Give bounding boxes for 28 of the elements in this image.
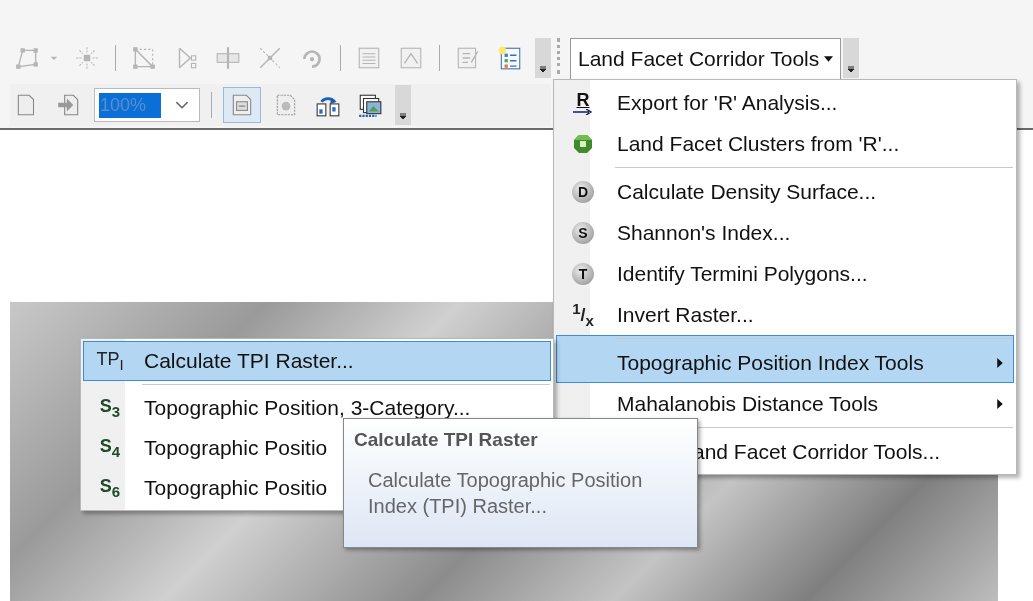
chevron-icon: [846, 64, 857, 74]
layout-page-icon[interactable]: [223, 87, 261, 123]
caret-icon: [824, 56, 834, 62]
chevron-icon: [398, 111, 408, 121]
tooltip-title: Calculate TPI Raster: [354, 429, 539, 451]
toolbar-overflow-button[interactable]: [395, 85, 411, 125]
menu-item[interactable]: $^{1}$/$_{x}$ Invert Raster...: [556, 294, 1014, 335]
menu-item[interactable]: R Export for 'R' Analysis...: [556, 82, 1014, 123]
fraction-icon: $^{1}$/$_{x}$: [572, 300, 594, 329]
menu-item[interactable]: S Shannon's Index...: [556, 212, 1014, 253]
tool-letter-icon: S$_{6}$: [99, 476, 121, 500]
menu-item[interactable]: Topographic Position Index Tools: [556, 335, 1014, 383]
tool-letter-icon: TP$_{I}$: [96, 349, 124, 373]
octagon-icon: [573, 133, 593, 154]
caret-icon[interactable]: [175, 100, 189, 110]
menu-item[interactable]: Mahalanobis Distance Tools: [556, 383, 1014, 424]
letter-badge-icon: D: [572, 180, 594, 203]
tools-dropdown[interactable]: Land Facet Corridor Tools: [570, 38, 842, 80]
submenu-arrow-icon: [997, 357, 1003, 368]
menu-item[interactable]: T Identify Termini Polygons...: [556, 253, 1014, 294]
chevron-icon: [538, 64, 548, 74]
menu-item[interactable]: TP$_{I}$ Calculate TPI Raster...: [83, 341, 551, 381]
menu-item[interactable]: Land Facet Clusters from 'R'...: [556, 123, 1014, 164]
tool-letter-icon: S$_{4}$: [99, 436, 121, 460]
toolbar-overflow-button[interactable]: [535, 38, 551, 78]
tool-letter-icon: S$_{3}$: [99, 396, 121, 420]
submenu-arrow-icon: [997, 398, 1003, 409]
toolbar-overflow-button[interactable]: [843, 38, 860, 78]
